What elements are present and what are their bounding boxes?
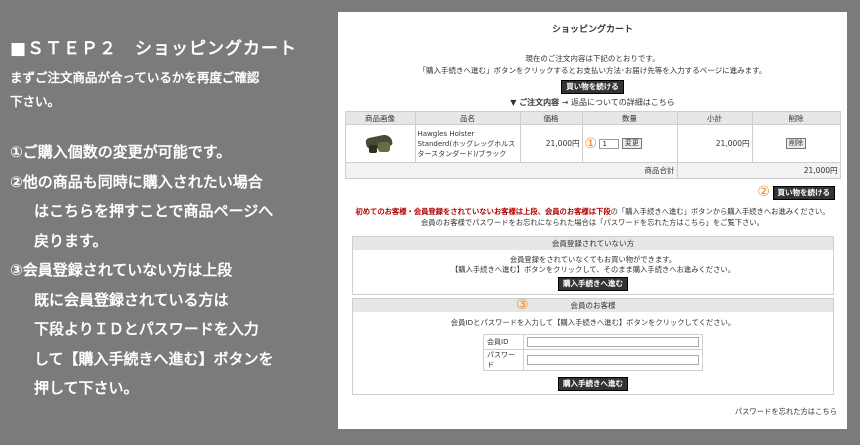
member-header: 会員のお客様 (353, 298, 833, 312)
marker-2: ② (757, 184, 770, 200)
step-line: ②他の商品も同時に購入されたい場合 (10, 172, 263, 191)
checkout-notice: 初めてのお客様・会員登録をされていないお客様は上段、会員のお客様は下段の「購入手… (338, 206, 847, 228)
message-line: 現在のご注文内容は下記のとおりです。 (525, 54, 660, 63)
forgot-password-link[interactable]: パスワードを忘れた方はこちら (735, 407, 837, 417)
step-line: はこちらを押すことで商品ページへ (34, 202, 274, 220)
cart-message: 現在のご注文内容は下記のとおりです。 「購入手続きへ進む」ボタンをクリックすると… (338, 53, 847, 77)
change-quantity-button[interactable]: 変更 (621, 138, 642, 149)
notice-rest: の「購入手続きへ進む」ボタンから購入手続きへお進みください。 (610, 206, 830, 216)
cart-table: 商品画像 品名 価格 数量 小計 削除 Hawgles Holster Stan… (344, 111, 841, 179)
guest-checkout-button[interactable]: 購入手続きへ進む (558, 276, 628, 291)
guest-line: 会員登録をされていなくてもお買い物ができます。 (509, 254, 677, 264)
page-title: ショッピングカート (551, 25, 633, 35)
product-price: 21,000円 (519, 124, 583, 163)
marker-1: ① (584, 135, 598, 152)
member-checkout-button[interactable]: 購入手続きへ進む (558, 376, 628, 391)
return-policy-link[interactable]: → 返品についての詳細はこちら (562, 98, 675, 107)
col-header: 小計 (676, 111, 753, 125)
col-header: 商品画像 (344, 111, 416, 125)
guest-section: 会員登録されていない方 会員登録をされていなくてもお買い物ができます。 【購入手… (352, 235, 834, 295)
member-id-label: 会員ID (483, 333, 524, 350)
member-body: 会員IDとパスワードを入力して【購入手続きへ進む】ボタンをクリックしてください。… (353, 312, 833, 394)
delete-button[interactable]: 削除 (786, 138, 806, 149)
continue-shopping-row: ② 買い物を続ける (338, 185, 847, 200)
intro-line: 下さい。 (10, 94, 61, 109)
table-row: Hawgles Holster Standerd(ホッグレッグホルスタースタンダ… (344, 124, 841, 163)
notice-emphasis: 初めてのお客様・会員登録をされていないお客様は上段、会員のお客様は下段 (355, 206, 611, 216)
notice-line-2: 会員のお客様でパスワードをお忘れになられた場合は「パスワードを忘れた方はこちら」… (421, 217, 764, 227)
product-image[interactable] (362, 130, 398, 156)
total-row: 商品合計 21,000円 (344, 162, 841, 179)
continue-shopping-button[interactable]: 買い物を続ける (561, 80, 624, 94)
total-value: 21,000円 (676, 162, 841, 179)
step-line: 既に会員登録されている方は (34, 290, 229, 309)
order-heading: ▼ ご注文内容 → 返品についての詳細はこちら (338, 97, 847, 108)
message-line: 「購入手続きへ進む」ボタンをクリックするとお支払い方法･お届け先等を入力するペー… (418, 66, 767, 75)
step-line: 押して下さい。 (34, 379, 139, 397)
guest-line: 【購入手続きへ進む】ボタンをクリックして、そのまま購入手続きへお進みください。 (451, 264, 735, 274)
step-title: ■ＳＴＥＰ２ ショッピングカート (10, 39, 298, 59)
password-input[interactable] (527, 354, 699, 365)
quantity-cell: ① 1 変更 (581, 124, 678, 163)
product-image-cell (344, 124, 416, 163)
delete-cell: 削除 (751, 124, 841, 163)
col-header: 数量 (581, 111, 678, 125)
instruction-panel: ■ＳＴＥＰ２ ショッピングカート まずご注文商品が合っているかを再度ご確認 下さ… (0, 0, 340, 445)
intro-line: まずご注文商品が合っているかを再度ご確認 (10, 70, 260, 85)
product-name[interactable]: Hawgles Holster Standerd(ホッグレッグホルスタースタンダ… (414, 124, 521, 163)
col-header: 価格 (519, 111, 583, 125)
col-header: 削除 (751, 111, 841, 125)
order-label: ▼ ご注文内容 (510, 98, 560, 107)
step-line: 戻ります。 (34, 231, 108, 250)
step-line: ①ご購入個数の変更が可能です。 (10, 143, 232, 161)
marker-3: ③ (516, 297, 529, 313)
total-label: 商品合計 (344, 162, 678, 179)
intro-text: まずご注文商品が合っているかを再度ご確認 下さい。 (10, 66, 330, 114)
member-line: 会員IDとパスワードを入力して【購入手続きへ進む】ボタンをクリックしてください。 (450, 317, 736, 327)
login-form: 会員ID パスワード (483, 333, 703, 371)
member-section: 会員のお客様 会員IDとパスワードを入力して【購入手続きへ進む】ボタンをクリック… (352, 297, 834, 395)
notice-line: 初めてのお客様・会員登録をされていないお客様は上段、会員のお客様は下段の「購入手… (338, 206, 847, 217)
cart-page: ショッピングカート 現在のご注文内容は下記のとおりです。 「購入手続きへ進む」ボ… (338, 12, 847, 429)
step-line: して【購入手続きへ進む】ボタンを (34, 349, 274, 368)
step-list: ①ご購入個数の変更が可能です。 ②他の商品も同時に購入されたい場合 はこちらを押… (10, 138, 336, 404)
step-line: 下段よりＩＤとパスワードを入力 (34, 320, 259, 338)
guest-header: 会員登録されていない方 (353, 236, 833, 250)
step-line: ③会員登録されていない方は上段 (10, 261, 233, 279)
table-header-row: 商品画像 品名 価格 数量 小計 削除 (344, 111, 841, 125)
guest-body: 会員登録をされていなくてもお買い物ができます。 【購入手続きへ進む】ボタンをクリ… (353, 250, 833, 294)
member-id-input[interactable] (527, 336, 699, 347)
line-subtotal: 21,000円 (676, 124, 753, 163)
col-header: 品名 (414, 111, 521, 125)
password-label: パスワード (483, 348, 524, 371)
quantity-input[interactable]: 1 (599, 138, 620, 149)
continue-shopping-button-2[interactable]: 買い物を続ける (772, 185, 835, 200)
